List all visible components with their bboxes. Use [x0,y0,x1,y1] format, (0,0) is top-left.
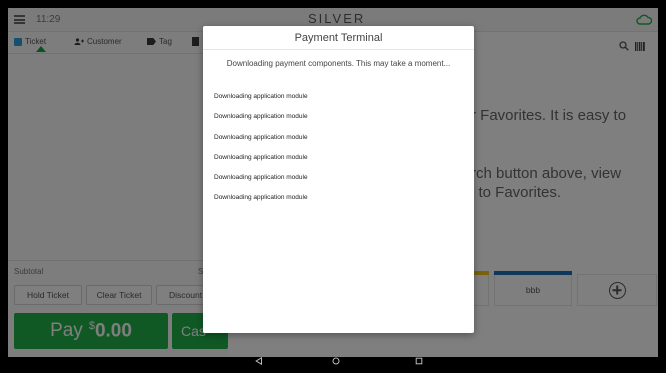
log-line: Downloading application module [214,174,308,182]
log-line: Downloading application module [214,113,308,121]
dialog-title: Payment Terminal [294,32,383,44]
log-line: Downloading application module [214,194,308,202]
android-nav-bar [8,357,658,365]
recents-icon[interactable] [413,355,425,365]
payment-terminal-dialog: Payment Terminal Downloading payment com… [203,26,474,333]
download-log: Downloading application module Downloadi… [214,93,464,215]
app-screen: 11:29 SILVER Ticket Customer Tag [8,8,658,365]
log-line: Downloading application module [214,153,308,161]
dialog-divider [203,49,474,50]
home-icon[interactable] [330,355,342,365]
log-line: Downloading application module [214,93,308,100]
back-icon[interactable] [253,355,265,365]
log-line: Downloading application module [214,133,308,141]
dialog-message: Downloading payment components. This may… [226,59,451,68]
